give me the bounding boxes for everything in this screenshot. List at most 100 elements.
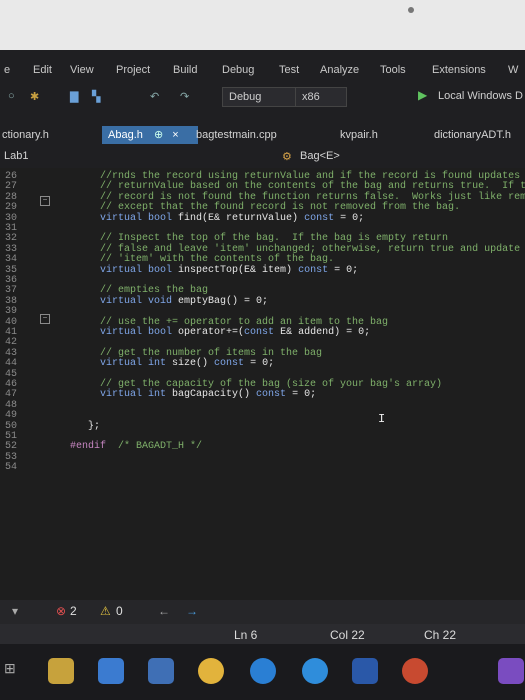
- menu-window[interactable]: W: [508, 64, 518, 76]
- menu-debug[interactable]: Debug: [222, 64, 254, 76]
- line-number: 37: [5, 285, 18, 297]
- tab-bagtestmain[interactable]: bagtestmain.cpp: [196, 126, 277, 144]
- menu-test[interactable]: Test: [279, 64, 299, 76]
- taskview-icon[interactable]: ⊞: [4, 660, 16, 677]
- store-icon[interactable]: [98, 658, 124, 684]
- back-icon[interactable]: ○: [8, 90, 15, 102]
- code-comment: // use the += operator to add an item to…: [70, 316, 389, 328]
- edge-icon[interactable]: [250, 658, 276, 684]
- status-line[interactable]: Ln 6: [234, 628, 257, 642]
- code-text: virtual int size() const = 0;: [70, 359, 274, 369]
- code-comment: // Inspect the top of the bag. If the ba…: [70, 233, 449, 245]
- status-bar: Ln 6 Col 22 Ch 22: [0, 624, 525, 644]
- save-icon[interactable]: ▇: [70, 90, 78, 103]
- code-line[interactable]: 35 virtual bool inspectTop(E& item) cons…: [0, 264, 525, 276]
- scope-dropdown[interactable]: Bag<E>: [300, 150, 340, 162]
- code-line[interactable]: 38 virtual void emptyBag() = 0;: [0, 295, 525, 307]
- line-number: 27: [5, 181, 18, 193]
- line-number: 49: [5, 410, 18, 422]
- menu-bar: e Edit View Project Build Debug Test Ana…: [0, 60, 525, 82]
- line-number: 39: [5, 306, 18, 318]
- menu-view[interactable]: View: [70, 64, 94, 76]
- save-all-icon[interactable]: ▚: [92, 90, 100, 103]
- tab-kvpair[interactable]: kvpair.h: [340, 126, 378, 144]
- run-icon[interactable]: ▶: [418, 88, 427, 102]
- code-keyword: const: [244, 327, 275, 338]
- code-line[interactable]: 53: [0, 452, 525, 463]
- status-col[interactable]: Col 22: [330, 628, 365, 642]
- zoom-dropdown-icon[interactable]: ▾: [12, 604, 18, 618]
- camera-icon: [408, 7, 414, 13]
- code-line[interactable]: 54: [0, 463, 525, 473]
- visual-studio-icon[interactable]: [498, 658, 524, 684]
- code-line[interactable]: 30 virtual bool find(E& returnValue) con…: [0, 212, 525, 224]
- new-project-icon[interactable]: ✱: [30, 90, 39, 103]
- navigation-bar: Lab1 ⚙ Bag<E>: [0, 146, 525, 168]
- code-editor[interactable]: − − I 26 //rnds the record using returnV…: [0, 168, 525, 600]
- line-number: 44: [5, 358, 18, 370]
- menu-build[interactable]: Build: [173, 64, 197, 76]
- code-text: virtual bool operator+=(const E& addend)…: [70, 328, 370, 338]
- project-dropdown[interactable]: Lab1: [4, 150, 28, 162]
- code-line[interactable]: 44 virtual int size() const = 0;: [0, 359, 525, 369]
- code-comment: // empties the bag: [70, 285, 209, 297]
- run-target-button[interactable]: Local Windows D: [432, 87, 525, 105]
- tab-abag-h[interactable]: Abag.h ⊕ ×: [102, 126, 198, 144]
- monitor-bezel: [0, 0, 525, 50]
- code-line[interactable]: 52 #endif /* BAGADT_H */: [0, 442, 525, 452]
- word-icon[interactable]: [352, 658, 378, 684]
- mail-icon[interactable]: [148, 658, 174, 684]
- code-comment: /* BAGADT_H */: [106, 441, 203, 453]
- menu-project[interactable]: Project: [116, 64, 150, 76]
- undo-icon[interactable]: ↶: [150, 90, 159, 103]
- code-token: = 0;: [334, 212, 365, 224]
- warning-count[interactable]: 0: [116, 604, 123, 618]
- line-number: 32: [5, 233, 18, 245]
- menu-tools[interactable]: Tools: [380, 64, 406, 76]
- code-comment: // except that the found record is not r…: [70, 202, 461, 214]
- code-token: E& addend) = 0;: [274, 327, 371, 338]
- line-number: 54: [5, 462, 18, 474]
- menu-edit[interactable]: Edit: [33, 64, 52, 76]
- file-explorer-icon[interactable]: [48, 658, 74, 684]
- code-line[interactable]: 41 virtual bool operator+=(const E& adde…: [0, 328, 525, 338]
- ie-icon[interactable]: [302, 658, 328, 684]
- prev-arrow-icon[interactable]: ←: [158, 604, 170, 618]
- code-text: };: [70, 421, 100, 432]
- code-keyword: virtual bool: [100, 264, 173, 276]
- status-ch[interactable]: Ch 22: [424, 628, 456, 642]
- tab-dictionaryadt[interactable]: dictionaryADT.h: [434, 126, 511, 144]
- platform-dropdown[interactable]: x86: [295, 87, 347, 107]
- next-arrow-icon[interactable]: →: [186, 604, 198, 618]
- line-number: 29: [5, 202, 18, 214]
- code-token: bagCapacity(): [166, 389, 257, 401]
- menu-file[interactable]: e: [4, 64, 10, 76]
- code-keyword: const: [214, 358, 245, 370]
- code-comment: // returnValue based on the contents of …: [70, 181, 525, 193]
- code-token: operator+=(: [172, 327, 245, 338]
- close-icon[interactable]: ×: [172, 129, 178, 141]
- redo-icon[interactable]: ↷: [180, 90, 189, 103]
- code-line[interactable]: 47 virtual int bagCapacity() const = 0;: [0, 390, 525, 400]
- line-number: 47: [5, 389, 18, 401]
- code-keyword: virtual void: [100, 295, 173, 307]
- powerpoint-icon[interactable]: [402, 658, 428, 684]
- code-token: size(): [166, 358, 215, 370]
- line-number: 52: [5, 441, 18, 453]
- code-token: inspectTop(E& item): [172, 264, 299, 276]
- code-line[interactable]: 48: [0, 400, 525, 411]
- menu-extensions[interactable]: Extensions: [432, 64, 486, 76]
- code-token: = 0;: [286, 389, 317, 401]
- menu-analyze[interactable]: Analyze: [320, 64, 359, 76]
- pin-icon[interactable]: ⊕: [154, 129, 163, 141]
- code-comment: // 'item' with the contents of the bag.: [70, 254, 335, 266]
- toolbar: ○ ✱ ▇ ▚ ↶ ↷ Debug x86 ▶ Local Windows D: [0, 84, 525, 110]
- error-count[interactable]: 2: [70, 604, 77, 618]
- config-dropdown[interactable]: Debug: [222, 87, 296, 107]
- warning-icon[interactable]: ⚠: [100, 604, 111, 618]
- chrome-icon[interactable]: [198, 658, 224, 684]
- error-icon[interactable]: ⊗: [56, 604, 66, 618]
- tab-dictionary-h[interactable]: ctionary.h: [2, 126, 49, 144]
- code-keyword: virtual bool: [100, 212, 173, 224]
- code-line[interactable]: 50 };: [0, 421, 525, 432]
